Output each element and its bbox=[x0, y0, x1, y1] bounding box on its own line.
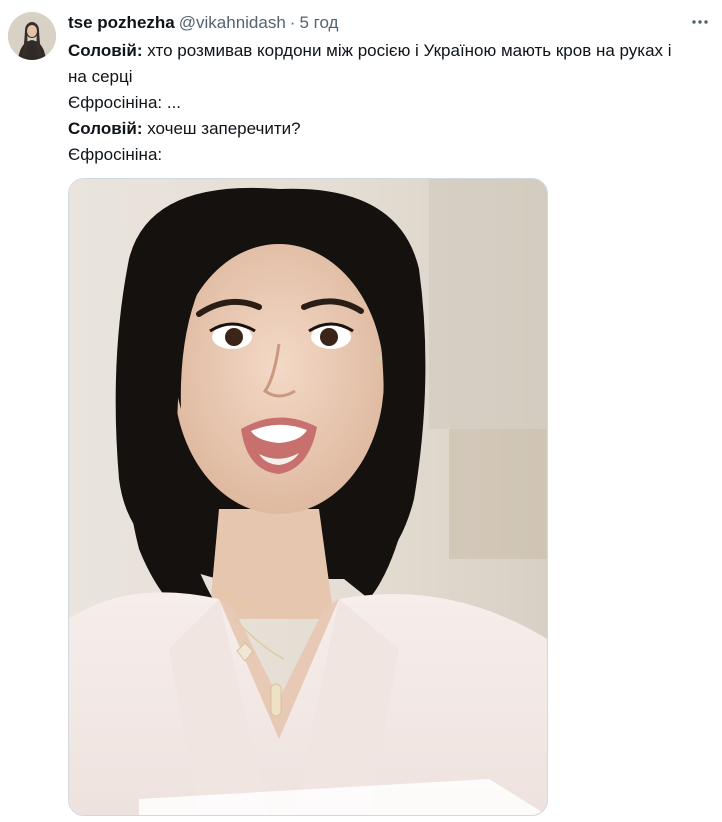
tweet-header: tse pozhezha @vikahnidash · 5 год bbox=[68, 12, 338, 34]
tweet-text: Соловій: хто розмивав кордони між росією… bbox=[68, 38, 688, 168]
line-text: Єфросініна: ... bbox=[68, 93, 182, 112]
tweet-line: Соловій: хто розмивав кордони між росією… bbox=[68, 38, 688, 90]
tweet[interactable]: tse pozhezha @vikahnidash · 5 год Солові… bbox=[0, 0, 722, 822]
tweet-timestamp[interactable]: 5 год bbox=[299, 13, 338, 33]
tweet-line: Соловій: хочеш заперечити? bbox=[68, 116, 688, 142]
photo-woman-shocked bbox=[69, 179, 547, 815]
speaker-name: Соловій: bbox=[68, 41, 143, 60]
author-name[interactable]: tse pozhezha bbox=[68, 13, 175, 33]
tweet-line: Єфросініна: ... bbox=[68, 90, 688, 116]
line-text: хочеш заперечити? bbox=[142, 119, 301, 138]
author-handle[interactable]: @vikahnidash bbox=[179, 13, 286, 33]
tweet-media-photo[interactable] bbox=[68, 178, 548, 816]
separator-dot: · bbox=[289, 13, 296, 32]
tweet-line: Єфросініна: bbox=[68, 142, 688, 168]
more-button[interactable] bbox=[684, 8, 716, 36]
more-horizontal-icon bbox=[692, 20, 708, 24]
avatar[interactable] bbox=[8, 12, 56, 60]
speaker-name: Соловій: bbox=[68, 119, 143, 138]
avatar-photo bbox=[8, 12, 56, 60]
line-text: хто розмивав кордони між росією і Україн… bbox=[68, 41, 672, 86]
line-text: Єфросініна: bbox=[68, 145, 163, 164]
